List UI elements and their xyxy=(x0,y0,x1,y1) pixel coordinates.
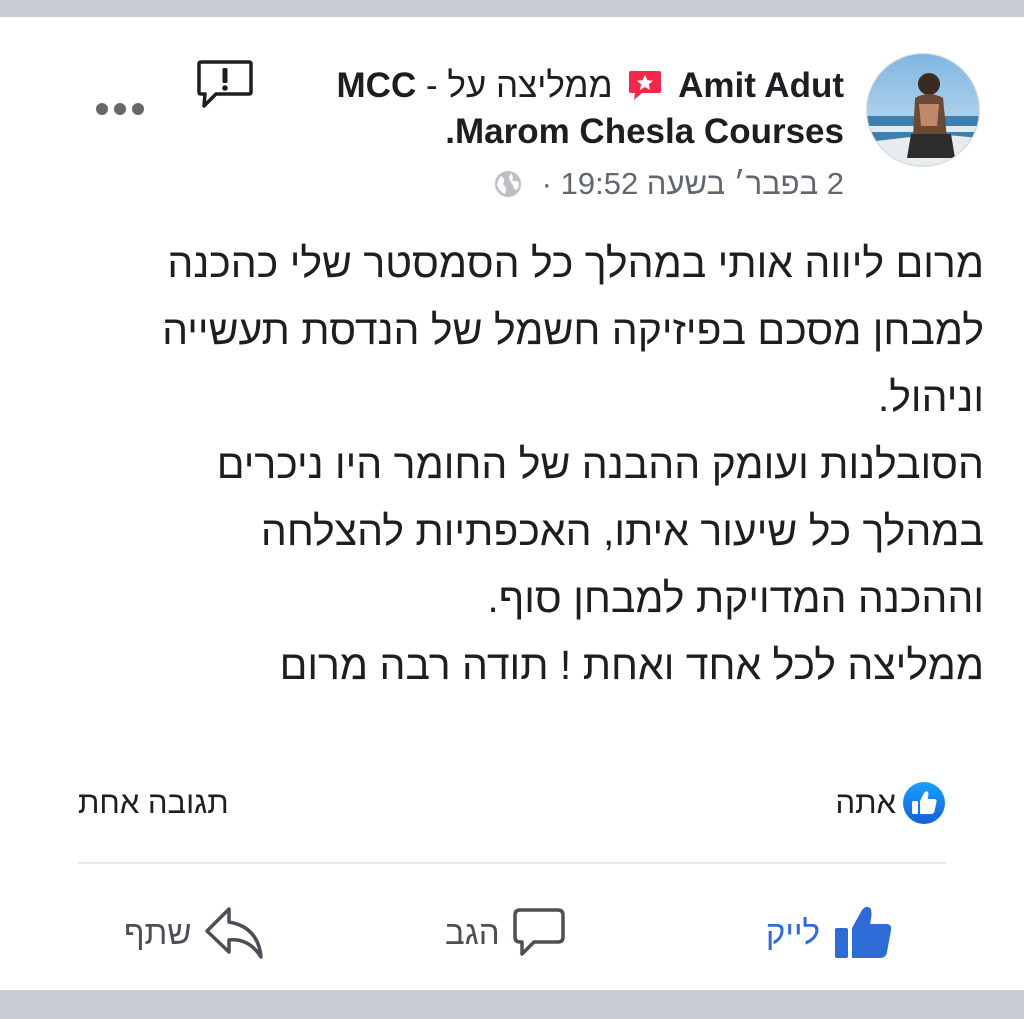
share-label: שתף xyxy=(124,914,192,951)
post-card: Amit Adut ממליצה על - MCC Marom Chesla C… xyxy=(0,17,1024,990)
share-arrow-icon xyxy=(205,907,264,959)
report-exclamation-icon[interactable] xyxy=(196,59,254,111)
comment-button[interactable]: הגב xyxy=(445,897,566,969)
post-body-line: למבחן מסכם בפיזיקה חשמל של הנדסת תעשייה xyxy=(162,307,984,353)
comment-label: הגב xyxy=(445,914,500,951)
post-body: מרום ליווה אותי במהלך כל הסמסטר שלי כהכנ… xyxy=(40,230,984,699)
author-name[interactable]: Amit Adut xyxy=(678,66,844,105)
meta-separator: · xyxy=(541,166,552,201)
post-header: Amit Adut ממליצה על - MCC Marom Chesla C… xyxy=(224,63,844,155)
timestamp[interactable]: 2 בפבר׳ בשעה 19:52 xyxy=(561,166,844,201)
post-body-line: הסובלנות ועומק ההבנה של החומר היו ניכרים xyxy=(216,441,984,487)
share-button[interactable]: שתף xyxy=(124,897,265,969)
globe-icon xyxy=(493,169,523,199)
post-body-line: ממליצה לכל אחד ואחת ! תודה רבה מרום xyxy=(279,642,984,688)
post-body-line: במהלך כל שיעור איתו, האכפתיות להצלחה xyxy=(260,508,984,554)
like-badge-icon xyxy=(902,781,946,825)
post-body-line: וההכנה המדויקת למבחן סוף. xyxy=(487,575,984,621)
avatar[interactable] xyxy=(866,53,980,167)
like-button[interactable]: לייק xyxy=(766,897,894,969)
comment-bubble-icon xyxy=(512,908,565,956)
divider xyxy=(78,862,946,864)
recommend-star-icon xyxy=(628,67,662,100)
comments-count[interactable]: תגובה אחת xyxy=(78,785,229,821)
reactions-summary[interactable]: אתה xyxy=(835,781,946,825)
recommends-text: ממליצה על - xyxy=(425,66,613,105)
post-body-line: מרום ליווה אותי במהלך כל הסמסטר שלי כהכנ… xyxy=(167,240,984,286)
bottom-separator xyxy=(0,990,1024,1019)
top-separator xyxy=(0,0,1024,17)
more-dots-icon[interactable] xyxy=(94,101,146,117)
post-meta: 2 בפבר׳ בשעה 19:52 · xyxy=(493,164,844,204)
like-label: לייק xyxy=(765,914,820,951)
page-name-full[interactable]: Marom Chesla Courses. xyxy=(445,112,844,151)
reactions-label: אתה xyxy=(835,785,896,820)
thumbs-up-icon xyxy=(835,906,892,958)
page-name-short[interactable]: MCC xyxy=(337,66,417,105)
post-body-line: וניהול. xyxy=(877,374,984,420)
